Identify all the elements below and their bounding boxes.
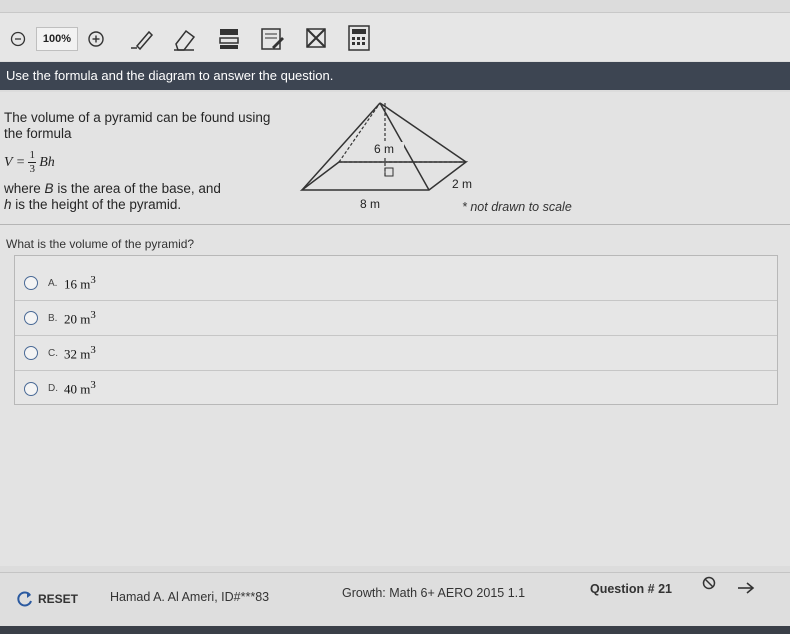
choice-letter: A. [48, 277, 58, 289]
choice-exponent: 3 [90, 273, 96, 286]
zoom-level: 100% [36, 27, 78, 51]
answer-choices: A. 16 m3 B. 20 m3 C. 32 m3 D. 40 m3 [14, 255, 778, 405]
def-height: is the height of the pyramid. [15, 197, 182, 212]
question-text: What is the volume of the pyramid? [6, 237, 195, 251]
def-var-b: B [44, 181, 54, 196]
reset-button[interactable]: RESET [16, 590, 78, 608]
choice-letter: D. [48, 383, 58, 394]
formula-lhs: V = [4, 154, 26, 170]
height-label: 6 m [374, 142, 394, 156]
flag-icon[interactable] [702, 576, 716, 590]
pencil-icon[interactable] [127, 26, 157, 52]
choice-c[interactable]: C. 32 m3 [15, 336, 777, 371]
formula-fraction: 1 3 [28, 149, 37, 175]
next-arrow-icon[interactable] [735, 580, 757, 596]
choice-value: 40 m3 [64, 379, 96, 397]
width-label: 2 m [452, 177, 472, 191]
zoom-in-icon[interactable] [87, 30, 105, 48]
choice-value-text: 16 m [64, 276, 91, 292]
student-info: Hamad A. Al Ameri, ID#***83 [110, 590, 270, 604]
calculator-icon[interactable] [346, 24, 372, 52]
radio-button[interactable] [24, 276, 38, 290]
question-number: Question # 21 [590, 582, 672, 596]
volume-formula: V = 1 3 Bh [4, 150, 55, 175]
test-name: Growth: Math 6+ AERO 2015 1.1 [342, 586, 526, 600]
instruction-banner: Use the formula and the diagram to answe… [0, 62, 790, 90]
choice-a[interactable]: A. 16 m3 [15, 266, 777, 301]
radio-button[interactable] [24, 311, 38, 325]
def-where: where [4, 181, 41, 196]
notepad-icon[interactable] [258, 25, 286, 53]
passage-definition: where B is the area of the base, and h i… [4, 181, 279, 213]
def-base: is the area of the base, and [57, 181, 221, 196]
pyramid-diagram: 6 m 2 m 8 m [292, 98, 482, 218]
radio-button[interactable] [24, 381, 38, 396]
choice-d[interactable]: D. 40 m3 [15, 371, 777, 406]
scale-note-text: not drawn to scale [470, 200, 572, 214]
choice-exponent: 3 [90, 343, 96, 356]
formula-rhs: Bh [39, 154, 55, 170]
choice-value: 32 m3 [64, 344, 96, 362]
reset-icon [17, 591, 32, 607]
radio-button[interactable] [24, 346, 38, 360]
length-label: 8 m [360, 197, 380, 211]
def-var-h: h [4, 197, 12, 212]
choice-value: 20 m3 [64, 309, 96, 327]
scale-note: * not drawn to scale [462, 200, 572, 214]
divider [0, 224, 790, 225]
choice-value-text: 40 m [64, 381, 91, 397]
choice-value: 16 m3 [64, 274, 96, 292]
choice-b[interactable]: B. 20 m3 [15, 301, 777, 336]
eraser-icon[interactable] [170, 26, 200, 52]
strikethrough-icon[interactable] [303, 25, 329, 51]
passage-text: The volume of a pyramid can be found usi… [4, 110, 271, 141]
bottom-bar [0, 626, 790, 634]
toolbar [0, 12, 790, 61]
choice-letter: B. [48, 312, 58, 324]
zoom-out-icon[interactable] [10, 31, 26, 47]
reset-label: RESET [38, 592, 79, 606]
choice-exponent: 3 [90, 308, 96, 321]
fraction-denominator: 3 [29, 163, 36, 175]
choice-value-text: 20 m [64, 311, 91, 327]
choice-value-text: 32 m [64, 346, 91, 362]
choice-letter: C. [48, 347, 58, 359]
fraction-numerator: 1 [29, 149, 36, 161]
highlighter-icon[interactable] [216, 26, 242, 52]
choice-exponent: 3 [90, 379, 96, 392]
